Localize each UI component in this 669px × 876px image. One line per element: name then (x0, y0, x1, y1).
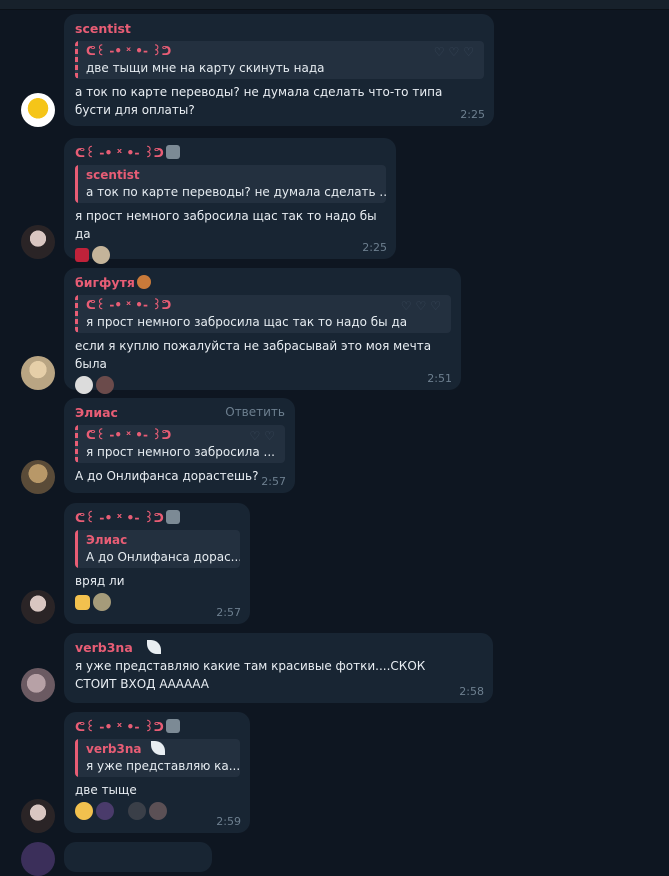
reactor-avatar[interactable] (149, 802, 167, 820)
emoji-status-icon (165, 145, 180, 159)
feather-icon (146, 640, 161, 654)
message-text: если я куплю пожалуйста не забрасывай эт… (75, 339, 432, 371)
reply-quote[interactable]: scentist а ток по карте переводы? не дум… (75, 165, 386, 203)
avatar[interactable] (21, 590, 55, 624)
reply-author: ᕦ꒰ -• ˣ •- ꒱ᕤ (86, 298, 172, 312)
message-time: 2:57 (261, 475, 286, 488)
message-text: а ток по карте переводы? не думала сдела… (75, 85, 443, 117)
reply-author-text: verb3na (86, 742, 142, 756)
reply-author: scentist (86, 168, 140, 182)
broken-heart-icon[interactable] (75, 248, 89, 262)
message-bubble[interactable]: бигфутя ♡♡♡ ᕦ꒰ -• ˣ •- ꒱ᕤ я прост немног… (64, 268, 461, 394)
emoji-status-icon (165, 510, 180, 524)
message-text: я уже представляю какие там красивые фот… (75, 659, 426, 691)
pattern-icon: ♡♡ (249, 429, 279, 443)
reply-button[interactable]: Ответить (225, 405, 285, 419)
message-bubble[interactable]: ᕦ꒰ -• ˣ •- ꒱ᕤ scentist а ток по карте пе… (64, 138, 396, 264)
sender-name[interactable]: ᕦ꒰ -• ˣ •- ꒱ᕤ (75, 718, 240, 736)
reply-text: А до Онлифанса дорас... (86, 550, 240, 564)
message-time: 2:59 (216, 815, 241, 828)
sender-name-text: ᕦ꒰ -• ˣ •- ꒱ᕤ (75, 145, 164, 160)
emoji-status-icon (165, 719, 180, 733)
sender-name[interactable]: ᕦ꒰ -• ˣ •- ꒱ᕤ (75, 144, 386, 162)
emoji-status-icon (136, 275, 151, 289)
message-text: две тыще (75, 783, 137, 797)
sender-name[interactable]: бигфутя (75, 274, 451, 292)
reactions (75, 376, 451, 394)
sender-name[interactable]: scentist (75, 20, 484, 38)
reactions (75, 246, 386, 264)
avatar[interactable] (21, 842, 55, 876)
reactions (75, 802, 240, 820)
message-bubble[interactable]: verb3na я уже представляю какие там крас… (64, 633, 493, 703)
message-text: я прост немного забросила щас так то над… (75, 209, 377, 241)
reply-author: ᕦ꒰ -• ˣ •- ꒱ᕤ (86, 428, 172, 442)
white-heart-icon[interactable] (75, 376, 93, 394)
thumbs-up-icon[interactable] (75, 594, 90, 610)
avatar[interactable] (21, 668, 55, 702)
sender-name[interactable]: verb3na (75, 639, 483, 657)
reactor-avatar[interactable] (92, 246, 110, 264)
message-time: 2:51 (427, 372, 452, 385)
reply-text: две тыщи мне на карту скинуть нада (86, 61, 325, 75)
reply-quote[interactable]: verb3na я уже представляю ка... (75, 739, 240, 777)
reply-text: я уже представляю ка... (86, 759, 240, 773)
reply-text: я прост немного забросила щас так то над… (86, 315, 408, 329)
reply-author: ᕦ꒰ -• ˣ •- ꒱ᕤ (86, 44, 172, 58)
message-time: 2:25 (362, 241, 387, 254)
message-bubble-partial[interactable] (64, 842, 212, 872)
top-bar (0, 0, 669, 10)
message-bubble[interactable]: ᕦ꒰ -• ˣ •- ꒱ᕤ Элиас А до Онлифанса дорас… (64, 503, 250, 624)
avatar[interactable] (21, 356, 55, 390)
pattern-icon: ♡♡♡ (400, 299, 445, 313)
reply-quote[interactable]: ♡♡♡ ᕦ꒰ -• ˣ •- ꒱ᕤ две тыщи мне на карту … (75, 41, 484, 79)
sender-name-text: verb3na (75, 640, 133, 655)
avatar[interactable] (21, 225, 55, 259)
message-bubble[interactable]: Элиас Ответить ♡♡ ᕦ꒰ -• ˣ •- ꒱ᕤ я прост … (64, 398, 295, 493)
reply-author: verb3na (86, 741, 232, 758)
avatar[interactable] (21, 93, 55, 127)
reactor-avatar[interactable] (96, 376, 114, 394)
message-bubble[interactable]: scentist ♡♡♡ ᕦ꒰ -• ˣ •- ꒱ᕤ две тыщи мне … (64, 14, 494, 126)
message-text: вряд ли (75, 574, 125, 588)
reactor-avatar[interactable] (93, 593, 111, 611)
pattern-icon: ♡♡♡ (433, 45, 478, 59)
message-text: А до Онлифанса дорастешь? (75, 469, 259, 483)
message-bubble[interactable]: ᕦ꒰ -• ˣ •- ꒱ᕤ verb3na я уже представляю … (64, 712, 250, 833)
fearful-face-icon[interactable] (75, 802, 93, 820)
avatar[interactable] (21, 460, 55, 494)
reply-quote[interactable]: ♡♡♡ ᕦ꒰ -• ˣ •- ꒱ᕤ я прост немного заброс… (75, 295, 451, 333)
reactor-avatar[interactable] (96, 802, 114, 820)
avatar[interactable] (21, 799, 55, 833)
reply-author: Элиас (86, 533, 128, 547)
reactions (75, 593, 240, 611)
feather-icon (151, 741, 166, 755)
sender-name-text: ᕦ꒰ -• ˣ •- ꒱ᕤ (75, 719, 164, 734)
reply-text: а ток по карте переводы? не думала сдела… (86, 185, 386, 199)
sender-name[interactable]: ᕦ꒰ -• ˣ •- ꒱ᕤ (75, 509, 240, 527)
sender-name-text: ᕦ꒰ -• ˣ •- ꒱ᕤ (75, 510, 164, 525)
reply-quote[interactable]: Элиас А до Онлифанса дорас... (75, 530, 240, 568)
sender-name-text: бигфутя (75, 275, 135, 290)
message-time: 2:58 (459, 685, 484, 698)
message-time: 2:25 (460, 108, 485, 121)
reply-quote[interactable]: ♡♡ ᕦ꒰ -• ˣ •- ꒱ᕤ я прост немного заброси… (75, 425, 285, 463)
reactor-avatar[interactable] (128, 802, 146, 820)
reply-text: я прост немного забросила ... (86, 445, 275, 459)
message-time: 2:57 (216, 606, 241, 619)
